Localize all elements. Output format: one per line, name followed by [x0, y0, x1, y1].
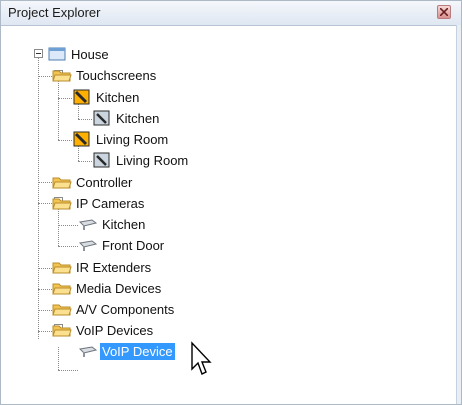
tree-label: VoIP Devices [76, 322, 154, 338]
camera-icon [78, 236, 98, 254]
tree-node-ts-living-room-group[interactable]: Living Room [72, 129, 170, 149]
tree-label: House [71, 46, 109, 62]
mouse-cursor-icon [191, 341, 212, 375]
tree-label: VoIP Device [100, 342, 175, 360]
folder-open-icon [52, 258, 72, 276]
tree-node-camera-kitchen[interactable]: Kitchen [78, 214, 147, 234]
camera-icon [78, 215, 98, 233]
tree-label: Front Door [102, 237, 165, 253]
tree-node-touchscreens[interactable]: Touchscreens [52, 65, 158, 85]
tree-node-av-components[interactable]: A/V Components [52, 299, 176, 319]
folder-open-icon [52, 279, 72, 297]
title-bar: Project Explorer [1, 1, 461, 26]
voip-device-icon [78, 342, 98, 360]
tree-node-camera-front-door[interactable]: Front Door [78, 235, 166, 255]
tree-node-ip-cameras[interactable]: IP Cameras [52, 193, 146, 213]
touchscreen-icon [72, 88, 92, 106]
folder-open-icon [52, 300, 72, 318]
project-tree: House Touchscreens Kitchen Kitchen Livin… [1, 25, 458, 403]
tree-label: A/V Components [76, 301, 175, 317]
tree-node-ts-kitchen-group[interactable]: Kitchen [72, 87, 141, 107]
tree-label: Kitchen [116, 110, 160, 126]
folder-open-icon [52, 173, 72, 191]
tree-label: Kitchen [96, 89, 140, 105]
folder-open-icon [52, 194, 72, 212]
tree-label: Living Room [96, 131, 169, 147]
folder-open-icon [52, 321, 72, 339]
tree-node-voip-devices[interactable]: VoIP Devices [52, 320, 155, 340]
touchscreen-device-icon [92, 109, 112, 127]
tree-label: Living Room [116, 152, 189, 168]
tree-node-ir-extenders[interactable]: IR Extenders [52, 257, 153, 277]
tree-label: Controller [76, 174, 133, 190]
tree-node-ts-kitchen-device[interactable]: Kitchen [92, 108, 161, 128]
folder-open-icon [52, 66, 72, 84]
project-explorer-panel: Project Explorer House Touchscreens Kitc… [0, 0, 462, 405]
close-icon [440, 8, 448, 16]
tree-label: Kitchen [102, 216, 146, 232]
panel-title: Project Explorer [8, 5, 101, 20]
tree-node-controller[interactable]: Controller [52, 172, 134, 192]
tree-node-voip-device[interactable]: VoIP Device [78, 341, 175, 361]
tree-label: IP Cameras [76, 195, 145, 211]
tree-node-media-devices[interactable]: Media Devices [52, 278, 163, 298]
expander-house[interactable] [34, 49, 43, 58]
tree-label: Touchscreens [76, 67, 157, 83]
house-project-icon [47, 45, 67, 63]
tree-label: Media Devices [76, 280, 162, 296]
close-button[interactable] [437, 5, 451, 19]
panel-divider[interactable] [456, 25, 461, 404]
tree-label: IR Extenders [76, 259, 152, 275]
touchscreen-device-icon [92, 151, 112, 169]
tree-node-house[interactable]: House [47, 44, 111, 64]
tree-node-ts-living-room-device[interactable]: Living Room [92, 150, 190, 170]
touchscreen-icon [72, 130, 92, 148]
